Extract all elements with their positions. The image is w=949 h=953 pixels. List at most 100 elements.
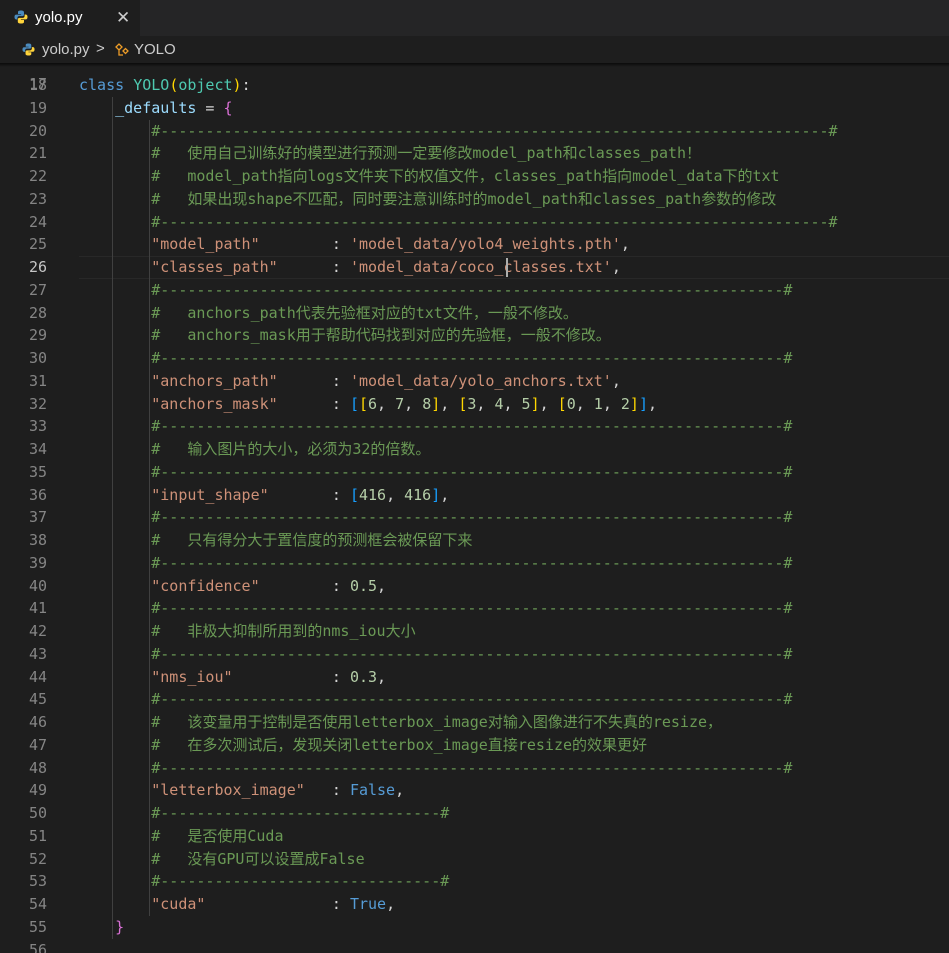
- code-line[interactable]: 40 "confidence" : 0.5,: [0, 575, 949, 598]
- code-text: #---------------------------------------…: [79, 506, 792, 529]
- code-line[interactable]: 44 "nms_iou" : 0.3,: [0, 666, 949, 689]
- python-file-icon: [22, 43, 35, 56]
- code-token: 5: [521, 394, 531, 413]
- code-line[interactable]: 39 #------------------------------------…: [0, 552, 949, 575]
- line-number: 24: [28, 212, 47, 231]
- code-line[interactable]: 52 # 没有GPU可以设置成False: [0, 848, 949, 871]
- code-line[interactable]: 26 "classes_path" : 'model_data/coco_cla…: [0, 256, 949, 279]
- code-token: "input_shape": [151, 485, 269, 504]
- line-number: 22: [28, 167, 47, 185]
- breadcrumb-symbol[interactable]: YOLO: [134, 41, 176, 58]
- code-line[interactable]: 29 # anchors_mask用于帮助代码找到对应的先验框，一般不修改。: [0, 324, 949, 347]
- code-token: :: [241, 76, 251, 94]
- line-number: 44: [28, 667, 47, 686]
- code-token: ,: [377, 394, 396, 413]
- code-text: #---------------------------------------…: [79, 347, 792, 370]
- code-line[interactable]: 19 _defaults = {: [0, 97, 949, 120]
- code-line[interactable]: 45 #------------------------------------…: [0, 688, 949, 711]
- code-line[interactable]: 53 #-------------------------------#: [0, 870, 949, 893]
- code-token: # model_path指向logs文件夹下的权值文件，classes_path…: [151, 167, 780, 185]
- code-line[interactable]: 56: [0, 939, 949, 953]
- breadcrumb-file[interactable]: yolo.py: [42, 41, 90, 58]
- code-line[interactable]: 55 }: [0, 916, 949, 939]
- breadcrumb: yolo.py > YOLO: [0, 36, 949, 64]
- code-line[interactable]: 31 "anchors_path" : 'model_data/yolo_anc…: [0, 370, 949, 393]
- code-line[interactable]: 23 # 如果出现shape不匹配，同时要注意训练时的model_path和cl…: [0, 188, 949, 211]
- code-line[interactable]: 37 #------------------------------------…: [0, 506, 949, 529]
- code-token: 0.5: [349, 576, 378, 595]
- code-token: 'model_data/yolo4_weights.pth': [349, 235, 621, 254]
- code-token: "nms_iou": [151, 667, 233, 686]
- code-line[interactable]: 50 #-------------------------------#: [0, 802, 949, 825]
- code-token: #---------------------------------------…: [151, 644, 793, 663]
- line-number: 28: [28, 303, 47, 322]
- tab-yolo-py[interactable]: yolo.py ✕: [0, 0, 140, 36]
- code-line[interactable]: 20 #------------------------------------…: [0, 120, 949, 143]
- code-line[interactable]: 24 #------------------------------------…: [0, 211, 949, 234]
- line-number: 18: [28, 76, 47, 94]
- code-line[interactable]: 18 class YOLO(object):: [0, 74, 949, 97]
- code-line[interactable]: 28 # anchors_path代表先验框对应的txt文件，一般不修改。: [0, 302, 949, 325]
- line-number: 30: [28, 349, 47, 367]
- code-token: # 是否使用Cuda: [151, 826, 284, 845]
- code-token: "confidence": [151, 576, 260, 595]
- code-token: # 如果出现shape不匹配，同时要注意训练时的model_path和class…: [151, 189, 777, 208]
- code-line[interactable]: 41 #------------------------------------…: [0, 597, 949, 620]
- code-token: # anchors_path代表先验框对应的txt文件，一般不修改。: [151, 303, 578, 322]
- code-line[interactable]: 51 # 是否使用Cuda: [0, 825, 949, 848]
- code-line[interactable]: 48 #------------------------------------…: [0, 757, 949, 780]
- code-line[interactable]: 54 "cuda" : True,: [0, 893, 949, 916]
- code-token: ]: [431, 485, 441, 504]
- line-number: 34: [28, 440, 47, 458]
- line-number: 19: [28, 98, 47, 117]
- code-line[interactable]: 30 #------------------------------------…: [0, 347, 949, 370]
- code-token: # 该变量用于控制是否使用letterbox_image对输入图像进行不失真的r…: [151, 713, 723, 731]
- code-editor[interactable]: 17 18 class YOLO(object): 19 _defaults = {…: [0, 64, 949, 953]
- code-token: 2: [620, 394, 630, 413]
- code-token: "anchors_path": [151, 371, 278, 390]
- code-token: # 输入图片的大小，必须为32的倍数。: [151, 440, 431, 458]
- code-token: ]: [638, 394, 648, 413]
- code-line[interactable]: 43 #------------------------------------…: [0, 643, 949, 666]
- code-line[interactable]: 49 "letterbox_image" : False,: [0, 779, 949, 802]
- code-line[interactable]: 27 #------------------------------------…: [0, 279, 949, 302]
- line-number: 35: [28, 462, 47, 481]
- close-icon[interactable]: ✕: [116, 8, 130, 28]
- code-line[interactable]: 38 # 只有得分大于置信度的预测框会被保留下来: [0, 529, 949, 552]
- code-token: #---------------------------------------…: [151, 462, 793, 481]
- code-token: "letterbox_image": [151, 781, 305, 800]
- code-line[interactable]: 33 #------------------------------------…: [0, 415, 949, 438]
- code-token: :: [205, 895, 350, 913]
- code-line[interactable]: 25 "model_path" : 'model_data/yolo4_weig…: [0, 233, 949, 256]
- line-number: 53: [28, 872, 47, 891]
- code-token: _defaults: [115, 98, 197, 117]
- code-line[interactable]: 22 # model_path指向logs文件夹下的权值文件，classes_p…: [0, 165, 949, 188]
- code-line[interactable]: 46 # 该变量用于控制是否使用letterbox_image对输入图像进行不失…: [0, 711, 949, 734]
- code-line[interactable]: 32 "anchors_mask" : [[6, 7, 8], [3, 4, 5…: [0, 393, 949, 416]
- code-line[interactable]: 34 # 输入图片的大小，必须为32的倍数。: [0, 438, 949, 461]
- code-text: #---------------------------------------…: [79, 757, 792, 780]
- code-token: 7: [395, 394, 405, 413]
- code-token: #---------------------------------------…: [151, 508, 793, 527]
- code-line[interactable]: 35 #------------------------------------…: [0, 461, 949, 484]
- code-line[interactable]: 21 # 使用自己训练好的模型进行预测一定要修改model_path和class…: [0, 142, 949, 165]
- code-token: 416: [404, 485, 432, 504]
- line-number: 36: [28, 485, 47, 504]
- code-token: ,: [377, 667, 387, 686]
- code-line[interactable]: 42 # 非极大抑制所用到的nms_iou大小: [0, 620, 949, 643]
- code-line[interactable]: 36 "input_shape" : [416, 416],: [0, 484, 949, 507]
- code-line[interactable]: 47 # 在多次测试后，发现关闭letterbox_image直接resize的…: [0, 734, 949, 757]
- code-token: ,: [647, 394, 657, 413]
